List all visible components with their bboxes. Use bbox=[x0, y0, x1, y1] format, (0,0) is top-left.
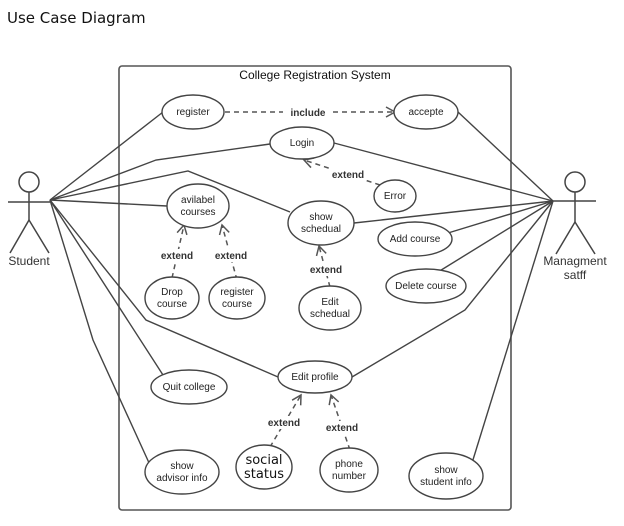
assoc-student-login bbox=[49, 143, 271, 201]
svg-text:schedual: schedual bbox=[301, 224, 341, 235]
svg-text:show: show bbox=[170, 461, 194, 472]
use-case-show-schedule[interactable]: show schedual bbox=[287, 200, 355, 246]
assoc-student-available-courses bbox=[49, 199, 168, 207]
svg-text:Delete course: Delete course bbox=[395, 281, 457, 292]
svg-text:course: course bbox=[157, 299, 187, 310]
svg-text:advisor info: advisor info bbox=[156, 473, 208, 484]
actor-management-staff[interactable]: Managment satff bbox=[543, 171, 607, 282]
use-case-delete-course[interactable]: Delete course bbox=[385, 268, 467, 304]
stick-figure-icon bbox=[8, 171, 50, 254]
use-case-login[interactable]: Login bbox=[269, 126, 335, 160]
assoc-student-register bbox=[49, 111, 164, 201]
use-case-social-status[interactable]: social status bbox=[235, 444, 293, 490]
use-case-edit-schedule[interactable]: Edit schedual bbox=[298, 285, 362, 331]
svg-text:Edit: Edit bbox=[321, 297, 338, 308]
svg-text:Add course: Add course bbox=[390, 234, 441, 245]
svg-text:schedual: schedual bbox=[310, 309, 350, 320]
assoc-staff-login bbox=[333, 142, 554, 202]
stick-figure-icon bbox=[553, 171, 596, 255]
extend-label-edit-schedule: extend bbox=[310, 265, 342, 276]
use-case-show-student-info[interactable]: show student info bbox=[408, 452, 484, 500]
extend-label-phone: extend bbox=[326, 423, 358, 434]
use-case-accepte[interactable]: accepte bbox=[393, 94, 459, 130]
use-case-register[interactable]: register bbox=[161, 94, 225, 130]
use-case-edit-profile[interactable]: Edit profile bbox=[277, 360, 353, 394]
use-case-error[interactable]: Error bbox=[373, 179, 417, 213]
assoc-staff-show-student-info bbox=[471, 200, 554, 464]
use-case-available-courses[interactable]: avilabel courses bbox=[166, 183, 230, 229]
actor-staff-label-line2: satff bbox=[564, 268, 587, 282]
svg-text:Edit profile: Edit profile bbox=[291, 372, 339, 383]
actor-staff-label-line1: Managment bbox=[543, 254, 607, 268]
svg-text:status: status bbox=[244, 467, 284, 482]
extend-label-error: extend bbox=[332, 170, 364, 181]
svg-text:student info: student info bbox=[420, 477, 472, 488]
use-case-quit-college[interactable]: Quit college bbox=[150, 369, 228, 405]
extend-label-drop: extend bbox=[161, 251, 193, 262]
use-case-drop-course[interactable]: Drop course bbox=[144, 276, 200, 320]
assoc-student-quit-college bbox=[49, 199, 164, 376]
svg-text:Error: Error bbox=[384, 191, 407, 202]
svg-text:Drop: Drop bbox=[161, 287, 183, 298]
svg-text:number: number bbox=[332, 471, 367, 482]
svg-text:register: register bbox=[176, 107, 210, 118]
use-case-diagram: College Registration System include exte… bbox=[8, 65, 607, 511]
use-case-phone-number[interactable]: phone number bbox=[319, 447, 379, 493]
actor-student-label: Student bbox=[8, 254, 50, 268]
extend-label-social: extend bbox=[268, 418, 300, 429]
svg-text:avilabel: avilabel bbox=[181, 195, 215, 206]
svg-text:phone: phone bbox=[335, 459, 363, 470]
svg-text:course: course bbox=[222, 299, 252, 310]
svg-text:show: show bbox=[434, 465, 458, 476]
svg-text:show: show bbox=[309, 212, 333, 223]
system-title: College Registration System bbox=[239, 68, 390, 82]
svg-text:social: social bbox=[245, 453, 282, 468]
include-label: include bbox=[290, 108, 325, 119]
use-case-register-course[interactable]: register course bbox=[208, 276, 266, 320]
extend-label-register-course: extend bbox=[215, 251, 247, 262]
actor-student[interactable]: Student bbox=[8, 171, 50, 268]
svg-text:register: register bbox=[220, 287, 254, 298]
use-case-add-course[interactable]: Add course bbox=[377, 221, 453, 257]
assoc-staff-accepte bbox=[457, 111, 554, 202]
svg-text:Quit college: Quit college bbox=[163, 382, 216, 393]
svg-text:Login: Login bbox=[290, 138, 314, 149]
use-case-show-advisor-info[interactable]: show advisor info bbox=[144, 449, 220, 495]
svg-text:accepte: accepte bbox=[408, 107, 443, 118]
assoc-staff-add-course bbox=[447, 200, 554, 234]
svg-text:courses: courses bbox=[180, 207, 215, 218]
